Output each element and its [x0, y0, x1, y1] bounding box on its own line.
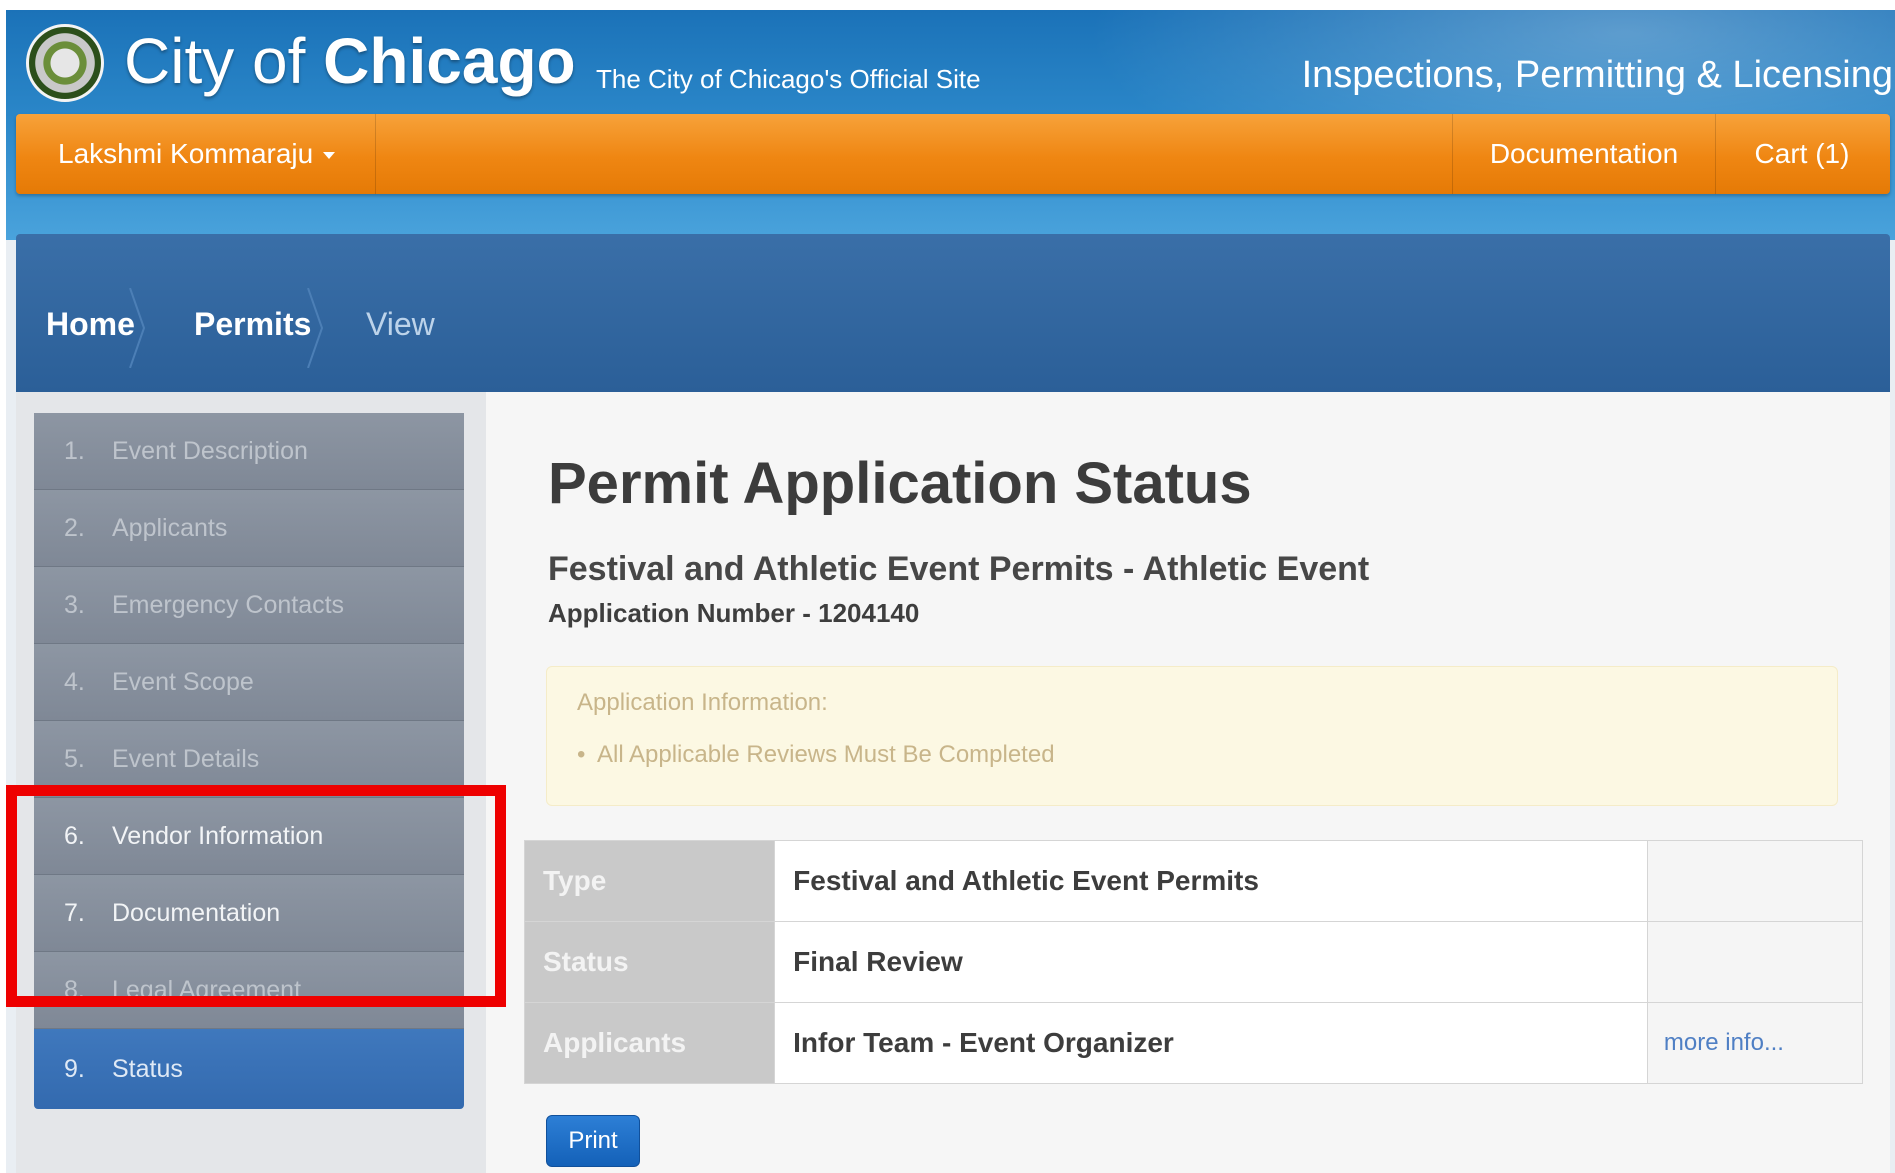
application-info-alert: Application Information: All Applicable …: [546, 666, 1838, 806]
step-emergency-contacts[interactable]: 3. Emergency Contacts: [34, 567, 464, 644]
step-applicants[interactable]: 2. Applicants: [34, 490, 464, 567]
site-tagline: The City of Chicago's Official Site: [596, 64, 981, 94]
step-number: 4.: [64, 668, 85, 696]
step-label: Emergency Contacts: [112, 591, 345, 619]
more-info-link[interactable]: more info...: [1646, 1002, 1864, 1084]
caret-down-icon: [323, 152, 336, 160]
row-value: Festival and Athletic Event Permits: [774, 840, 1648, 922]
nav-cart-link[interactable]: Cart (1): [1714, 114, 1890, 194]
row-label: Type: [523, 840, 776, 922]
step-label: Status: [112, 1055, 183, 1083]
city-seal-icon: [26, 24, 104, 102]
highlight-annotation-box: [6, 785, 506, 1007]
step-number: 2.: [64, 514, 85, 542]
breadcrumb: Home Permits View: [16, 234, 1890, 392]
row-label: Applicants: [523, 1002, 776, 1084]
alert-item: All Applicable Reviews Must Be Completed: [577, 741, 1055, 769]
step-label: Event Details: [112, 745, 260, 773]
user-name: Lakshmi Kommaraju: [58, 138, 314, 169]
table-row: Status Final Review: [523, 921, 1864, 1003]
row-action: [1646, 840, 1864, 922]
permit-subtitle: Festival and Athletic Event Permits - At…: [548, 550, 1370, 588]
step-label: Event Scope: [112, 668, 254, 696]
step-status[interactable]: 9. Status: [34, 1029, 464, 1109]
breadcrumb-view: View: [366, 306, 435, 342]
row-action: [1646, 921, 1864, 1003]
step-event-description[interactable]: 1. Event Description: [34, 413, 464, 490]
alert-heading: Application Information:: [577, 689, 828, 716]
nav-documentation-link[interactable]: Documentation: [1452, 114, 1716, 194]
page-title: Permit Application Status: [548, 451, 1252, 516]
breadcrumb-permits[interactable]: Permits: [194, 306, 311, 343]
breadcrumb-home[interactable]: Home: [46, 306, 135, 343]
application-number: Application Number - 1204140: [548, 598, 920, 628]
row-value: Infor Team - Event Organizer: [774, 1002, 1648, 1084]
app-frame: City of Chicago The City of Chicago's Of…: [6, 10, 1895, 1173]
site-logo[interactable]: City of Chicago: [124, 26, 576, 96]
row-value: Final Review: [774, 921, 1648, 1003]
site-header: City of Chicago The City of Chicago's Of…: [6, 10, 1895, 240]
breadcrumb-separator-icon: [306, 288, 324, 368]
step-number: 9.: [64, 1055, 85, 1083]
user-menu-button[interactable]: Lakshmi Kommaraju: [16, 114, 376, 194]
row-label: Status: [523, 921, 776, 1003]
print-button[interactable]: Print: [546, 1115, 640, 1167]
step-event-scope[interactable]: 4. Event Scope: [34, 644, 464, 721]
breadcrumb-separator-icon: [128, 288, 146, 368]
step-label: Applicants: [112, 514, 228, 542]
step-number: 3.: [64, 591, 85, 619]
table-row: Applicants Infor Team - Event Organizer …: [523, 1002, 1864, 1084]
step-number: 1.: [64, 437, 85, 465]
table-row: Type Festival and Athletic Event Permits: [523, 840, 1864, 922]
site-section-title: Inspections, Permitting & Licensing: [1301, 54, 1893, 96]
main-navbar: Lakshmi Kommaraju Documentation Cart (1): [16, 114, 1890, 194]
logo-prefix: City of: [124, 25, 324, 97]
logo-bold: Chicago: [323, 25, 576, 97]
permit-info-table: Type Festival and Athletic Event Permits…: [523, 840, 1864, 1084]
step-label: Event Description: [112, 437, 308, 465]
